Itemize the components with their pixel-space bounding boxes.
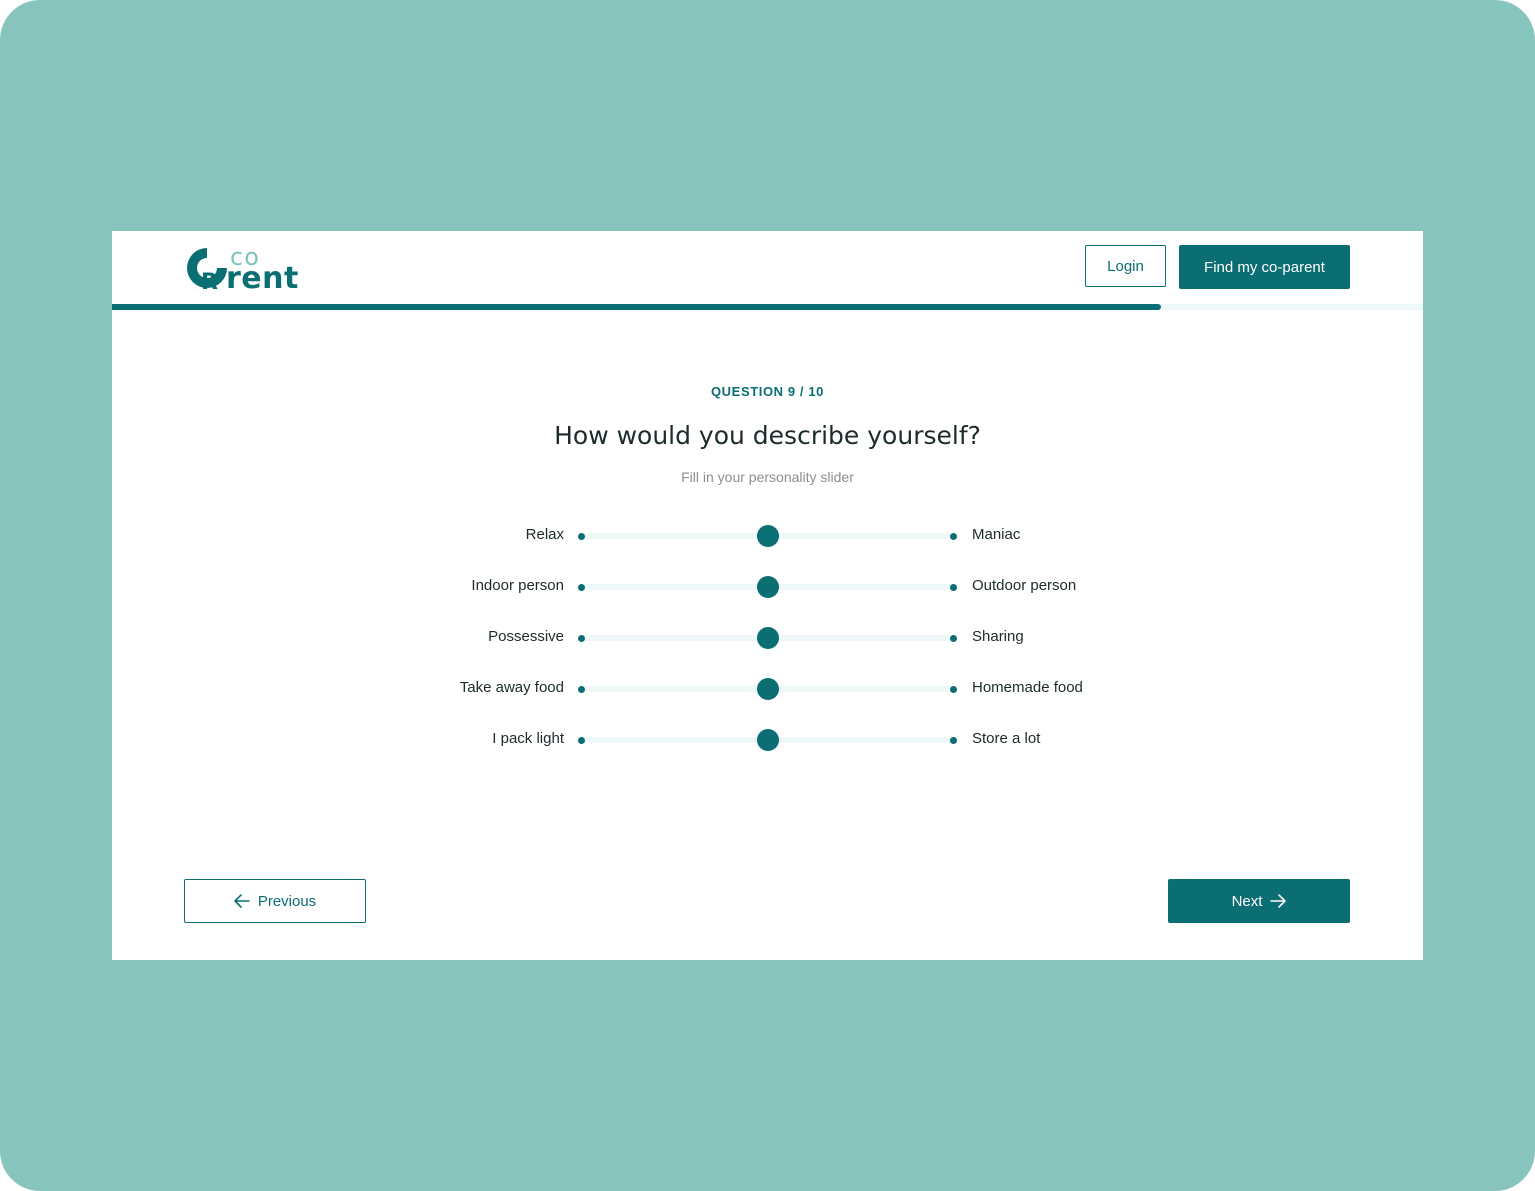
slider-left-end-dot xyxy=(578,584,585,591)
slider-right-end-dot xyxy=(950,737,957,744)
slider-thumb[interactable] xyxy=(756,729,779,751)
next-button[interactable]: Next xyxy=(1168,879,1350,923)
find-co-parent-button[interactable]: Find my co-parent xyxy=(1179,245,1350,289)
app-window: R co rent Login Find my co-parent QUESTI… xyxy=(112,231,1423,960)
slider-left-label: I pack light xyxy=(492,730,564,747)
question-title: How would you describe yourself? xyxy=(554,421,981,450)
slider-right-end-dot xyxy=(950,533,957,540)
slider-right-label: Homemade food xyxy=(972,679,1083,696)
slider-thumb[interactable] xyxy=(756,576,779,598)
slider-left-end-dot xyxy=(578,533,585,540)
slider-left-label: Indoor person xyxy=(471,577,564,594)
slider-right-end-dot xyxy=(950,584,957,591)
question-counter: QUESTION 9 / 10 xyxy=(710,384,825,399)
slider-row: Take away food Homemade food xyxy=(112,674,1423,704)
slider-thumb[interactable] xyxy=(756,678,779,700)
next-button-label: Next xyxy=(1231,892,1263,910)
progress-bar xyxy=(112,304,1423,310)
slider-right-label: Outdoor person xyxy=(972,577,1077,594)
previous-button[interactable]: Previous xyxy=(184,879,366,923)
slider-right-label: Sharing xyxy=(972,628,1024,645)
slider-left-end-dot xyxy=(578,686,585,693)
progress-bar-fill xyxy=(112,304,1161,310)
arrow-left-icon xyxy=(234,894,250,908)
slider-right-end-dot xyxy=(950,686,957,693)
slider-left-end-dot xyxy=(578,635,585,642)
slider-row: Indoor person Outdoor person xyxy=(112,572,1423,602)
corent-logo[interactable]: R co rent xyxy=(184,243,299,296)
slider-left-end-dot xyxy=(578,737,585,744)
slider-row: Possessive Sharing xyxy=(112,623,1423,653)
login-button[interactable]: Login xyxy=(1085,245,1166,287)
slider-left-label: Take away food xyxy=(459,679,564,696)
slider-thumb[interactable] xyxy=(756,627,779,649)
slider-thumb[interactable] xyxy=(756,525,779,547)
svg-text:R: R xyxy=(201,270,218,291)
arrow-right-icon xyxy=(1270,894,1287,908)
previous-button-label: Previous xyxy=(257,892,317,910)
slider-right-end-dot xyxy=(950,635,957,642)
slider-row: I pack light Store a lot xyxy=(112,725,1423,755)
logo-text-rent: rent xyxy=(226,261,299,296)
slider-left-label: Possessive xyxy=(488,628,564,645)
slider-row: Relax Maniac xyxy=(112,521,1423,551)
question-subtitle: Fill in your personality slider xyxy=(681,469,854,485)
slider-left-label: Relax xyxy=(525,526,564,543)
logo-mark-icon: R xyxy=(187,248,227,291)
slider-right-label: Maniac xyxy=(972,526,1021,543)
slider-right-label: Store a lot xyxy=(972,730,1041,747)
